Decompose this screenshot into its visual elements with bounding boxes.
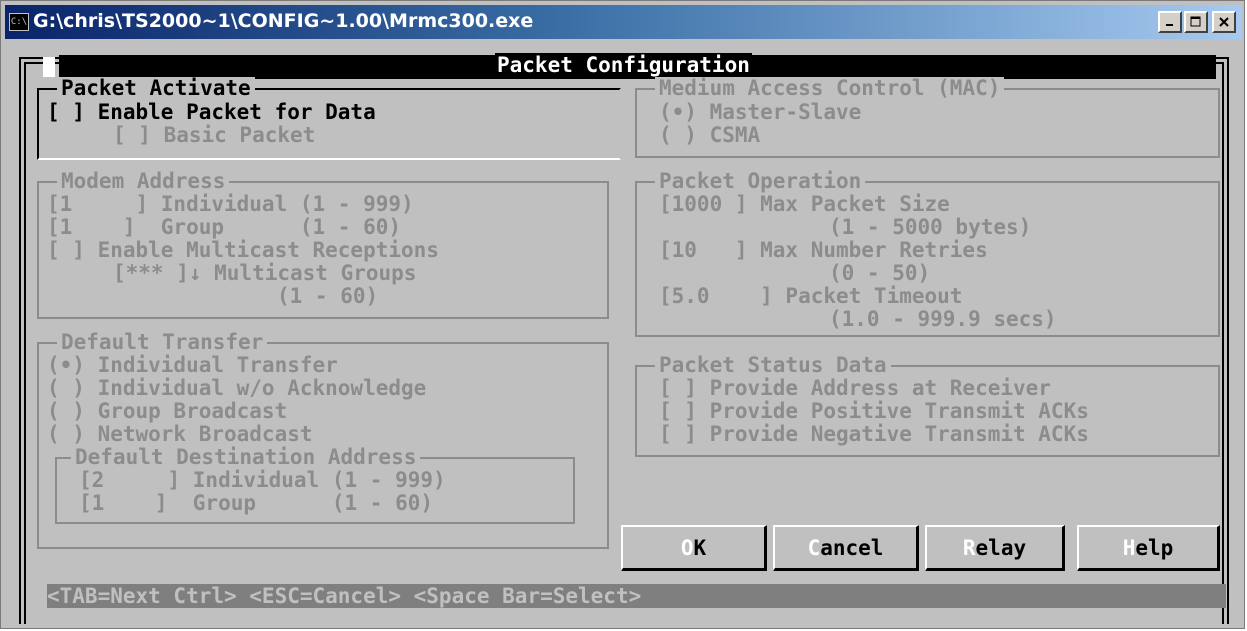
console-window: C:\ G:\chris\TS2000~1\CONFIG~1.00\Mrmc30… [0,0,1245,629]
mac-legend: Medium Access Control (MAC) [655,77,1005,100]
help-hotkey: H [1122,535,1136,560]
provide-address-checkbox[interactable]: [ ] Provide Address at Receiver [659,377,1051,400]
packet-activate-legend: Packet Activate [57,77,255,100]
ok-button[interactable]: OK [621,525,767,571]
ok-hotkey: O [680,535,694,560]
modem-group-field[interactable]: [1 ] Group (1 - 60) [47,216,401,239]
max-retries-field[interactable]: [10 ] Max Number Retries [659,239,988,262]
provide-positive-ack-checkbox[interactable]: [ ] Provide Positive Transmit ACKs [659,400,1089,423]
cancel-label: ancel [820,535,884,560]
cancel-button[interactable]: Cancel [773,525,919,571]
console-icon[interactable]: C:\ [9,13,29,31]
maximize-button[interactable] [1184,11,1208,33]
master-slave-radio[interactable]: (•) Master-Slave [659,101,861,124]
group-broadcast-radio[interactable]: ( ) Group Broadcast [47,400,287,423]
minimize-icon [1160,13,1180,31]
provide-negative-ack-checkbox[interactable]: [ ] Provide Negative Transmit ACKs [659,423,1089,446]
max-retries-range: (0 - 50) [829,261,931,285]
modem-individual-field[interactable]: [1 ] Individual (1 - 999) [47,193,414,216]
multicast-groups-field[interactable]: [*** ]↓ Multicast Groups [113,262,416,285]
packet-status-legend: Packet Status Data [655,354,891,377]
relay-label: elay [975,535,1027,560]
window-title: G:\chris\TS2000~1\CONFIG~1.00\Mrmc300.ex… [33,10,534,32]
destination-group-field[interactable]: [1 ] Group (1 - 60) [79,492,433,515]
basic-packet-checkbox[interactable]: [ ] Basic Packet [113,124,315,147]
close-icon [1214,13,1234,31]
destination-address-legend: Default Destination Address [71,446,421,469]
corner-marker-icon [43,57,55,77]
multicast-range-label: (1 - 60) [277,284,379,308]
help-label: elp [1135,535,1174,560]
status-bar: <TAB=Next Ctrl> <ESC=Cancel> <Space Bar=… [47,584,1226,608]
destination-individual-field[interactable]: [2 ] Individual (1 - 999) [79,469,446,492]
enable-packet-checkbox[interactable]: [ ] Enable Packet for Data [47,101,376,124]
relay-hotkey: R [962,535,976,560]
maximize-icon [1186,13,1206,31]
minimize-button[interactable] [1158,11,1182,33]
network-broadcast-radio[interactable]: ( ) Network Broadcast [47,423,313,446]
console-area: Packet Configuration Packet Activate [ ]… [7,43,1240,624]
close-button[interactable] [1212,11,1236,33]
cancel-hotkey: C [807,535,821,560]
csma-radio[interactable]: ( ) CSMA [659,124,760,147]
packet-timeout-field[interactable]: [5.0 ] Packet Timeout [659,285,962,308]
help-button[interactable]: Help [1077,525,1220,571]
max-packet-size-field[interactable]: [1000 ] Max Packet Size [659,193,950,216]
enable-multicast-checkbox[interactable]: [ ] Enable Multicast Receptions [47,239,439,262]
individual-transfer-radio[interactable]: (•) Individual Transfer [47,354,338,377]
relay-button[interactable]: Relay [925,525,1065,571]
default-transfer-legend: Default Transfer [57,331,268,354]
title-bar[interactable]: C:\ G:\chris\TS2000~1\CONFIG~1.00\Mrmc30… [5,5,1242,39]
packet-timeout-range: (1.0 - 999.9 secs) [829,307,1057,331]
dialog-title: Packet Configuration [495,53,752,77]
packet-operation-legend: Packet Operation [655,170,866,193]
max-packet-size-range: (1 - 5000 bytes) [829,215,1032,239]
modem-address-legend: Modem Address [57,170,230,193]
individual-noack-radio[interactable]: ( ) Individual w/o Acknowledge [47,377,426,400]
ok-label: K [693,535,707,560]
